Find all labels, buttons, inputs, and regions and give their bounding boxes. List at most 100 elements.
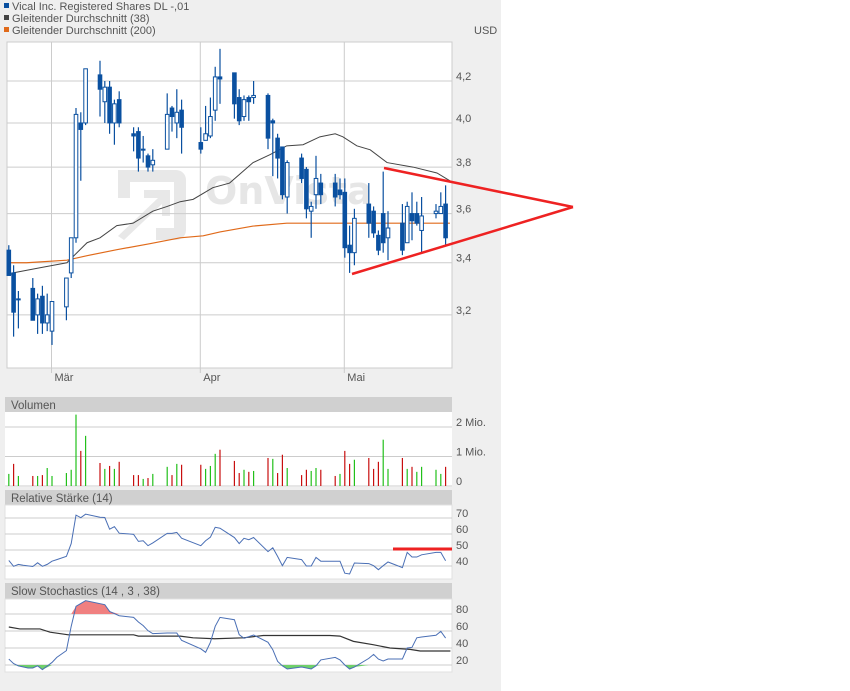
- candle-body-up: [208, 116, 213, 137]
- candle-body-down: [236, 97, 242, 122]
- candle-body-up: [438, 205, 444, 215]
- candle-body-up: [102, 86, 108, 103]
- candle-body-down: [232, 72, 237, 105]
- price-axis: 3,2 3,4 3,6 3,8 4,0 4,2: [456, 71, 471, 317]
- volume-plot-area: [5, 412, 452, 487]
- legend-ma200: Gleitender Durchschnitt (200): [12, 25, 156, 37]
- legend-ma38: Gleitender Durchschnitt (38): [12, 13, 150, 25]
- legend-swatch-ma200: [4, 27, 9, 32]
- stoch-title: Slow Stochastics (14 , 3 , 38): [11, 586, 160, 598]
- candle-body-down: [136, 131, 141, 159]
- candle-body-up: [385, 227, 391, 239]
- month-tick-label: Mai: [347, 372, 365, 384]
- candle-body-down: [376, 234, 381, 251]
- rsi-title: Relative Stärke (14): [11, 493, 113, 505]
- candle-body-up: [112, 103, 117, 124]
- candle-body-down: [414, 213, 420, 224]
- candle-body-up: [308, 205, 314, 212]
- candle-body-up: [68, 237, 74, 274]
- price-tick-label: 4,2: [456, 71, 471, 83]
- candle-body-up: [73, 113, 79, 239]
- candle-body-down: [409, 213, 415, 222]
- stoch-tick-label: 60: [456, 621, 468, 633]
- candle-body-down: [443, 203, 448, 239]
- candle-body-down: [400, 222, 405, 251]
- candle-body-down: [217, 76, 223, 80]
- rsi-plot-area: [4, 504, 453, 580]
- stock-chart: Vical Inc. Registered Shares DL -,01 Gle…: [4, 1, 574, 673]
- candle-body-down: [380, 213, 386, 244]
- rsi-tick-label: 60: [456, 524, 468, 536]
- stoch-tick-label: 40: [456, 638, 468, 650]
- candle-body-down: [179, 109, 184, 128]
- candle-body-down: [280, 146, 285, 196]
- price-tick-label: 3,6: [456, 204, 471, 216]
- candle-body-up: [352, 217, 357, 254]
- candle-body-down: [198, 142, 204, 150]
- candle-body-down: [140, 148, 146, 151]
- candle-body-up: [433, 210, 439, 215]
- candle-body-down: [318, 182, 324, 196]
- candle-body-down: [275, 137, 280, 159]
- month-tick-label: Mär: [55, 372, 74, 384]
- candle-body-down: [145, 155, 151, 168]
- candle-body-down: [116, 99, 122, 124]
- candle-body-down: [366, 203, 372, 224]
- stoch-tick-label: 80: [456, 604, 468, 616]
- volume-tick-label: 1 Mio.: [456, 447, 486, 459]
- candle-body-up: [404, 205, 410, 244]
- legend-swatch-price: [4, 3, 9, 8]
- candle-body-down: [131, 133, 136, 137]
- candle-body-up: [64, 277, 69, 308]
- candle-body-down: [16, 298, 21, 301]
- rsi-tick-label: 40: [456, 556, 468, 568]
- stoch-axis: 20 40 60 80: [456, 604, 468, 667]
- price-tick-label: 3,2: [456, 305, 471, 317]
- candle-body-down: [371, 210, 376, 234]
- candle-body-down: [270, 120, 276, 124]
- candle-body-up: [212, 76, 218, 111]
- candle-body-up: [83, 68, 88, 124]
- candle-body-down: [265, 94, 271, 139]
- price-tick-label: 4,0: [456, 113, 471, 125]
- candle-body-down: [11, 272, 16, 313]
- candle-body-up: [241, 99, 247, 118]
- candle-body-down: [347, 244, 352, 254]
- volume-tick-label: 2 Mio.: [456, 417, 486, 429]
- month-tick-label: Apr: [203, 372, 220, 384]
- candle-body-up: [164, 113, 170, 150]
- candle-body-up: [419, 215, 424, 231]
- currency-label: USD: [474, 25, 497, 37]
- candle-body-up: [203, 133, 208, 141]
- volume-tick-label: 0: [456, 476, 462, 488]
- candle-body-down: [342, 191, 348, 249]
- volume-header: [5, 397, 452, 412]
- stoch-plot-area: [4, 598, 453, 673]
- price-tick-label: 3,4: [456, 253, 471, 265]
- candle-body-down: [332, 182, 338, 198]
- candle-body-up: [174, 111, 180, 124]
- candle-body-down: [30, 287, 36, 321]
- candle-body-up: [49, 301, 55, 332]
- candle-body-up: [150, 159, 156, 166]
- rsi-tick-label: 70: [456, 508, 468, 520]
- candle-body-up: [35, 298, 40, 316]
- price-tick-label: 3,8: [456, 157, 471, 169]
- volume-axis: 0 1 Mio. 2 Mio.: [456, 417, 486, 488]
- candle-body-down: [299, 157, 304, 179]
- stoch-tick-label: 20: [456, 655, 468, 667]
- candle-body-down: [107, 86, 112, 124]
- candle-body-down: [337, 189, 343, 196]
- candle-body-up: [313, 177, 319, 196]
- candle-body-down: [40, 295, 45, 324]
- candle-body-up: [44, 314, 50, 324]
- month-axis: Mär Apr Mai: [55, 372, 366, 384]
- candle-body-up: [251, 94, 256, 99]
- candle-body-down: [97, 74, 103, 90]
- candle-body-down: [6, 249, 12, 276]
- rsi-axis: 40 50 60 70: [456, 508, 468, 568]
- volume-title: Volumen: [11, 400, 56, 412]
- candle-body-up: [284, 162, 290, 198]
- legend: Vical Inc. Registered Shares DL -,01 Gle…: [4, 1, 189, 37]
- legend-swatch-ma38: [4, 15, 9, 20]
